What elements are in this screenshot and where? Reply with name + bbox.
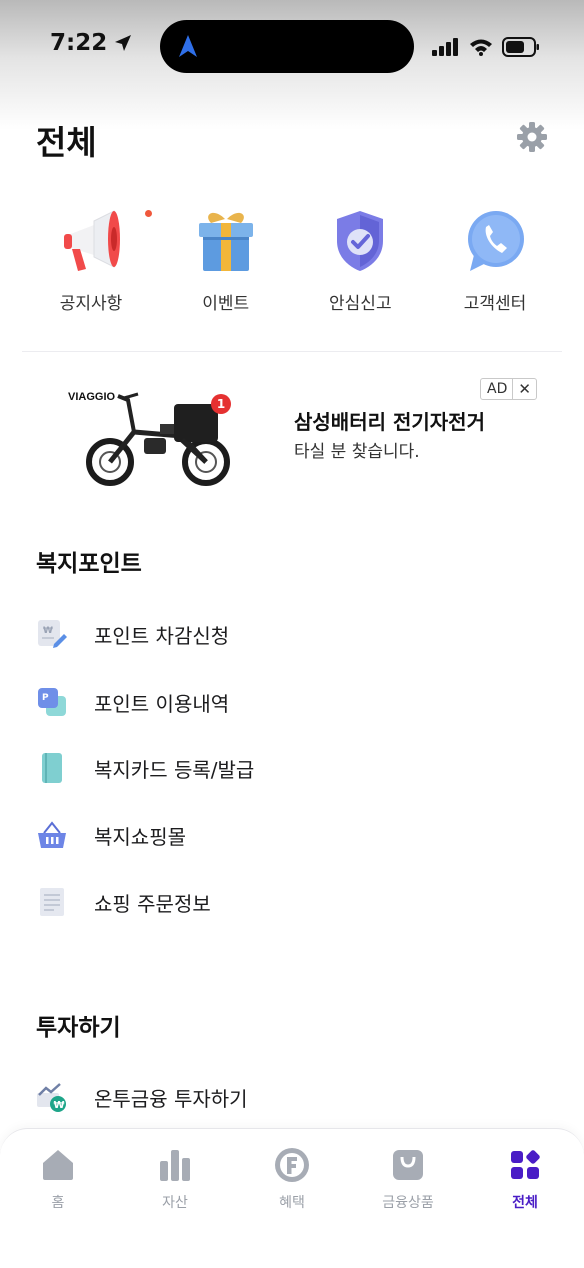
ad-banner[interactable]: VIAGGIO 1 삼성배터리 전기자전거 타실 분 찾습니다. AD ✕ <box>0 366 584 496</box>
menu-label-point-deduction: 포인트 차감신청 <box>94 623 230 648</box>
basket-icon <box>36 819 68 851</box>
tab-label-assets: 자산 <box>162 1195 188 1211</box>
ad-close-button[interactable]: ✕ <box>513 379 536 399</box>
menu-item-point-history[interactable]: P 포인트 이용내역 <box>36 682 548 722</box>
card-icon <box>36 752 68 784</box>
gift-icon <box>191 205 261 275</box>
settings-button[interactable] <box>516 121 548 153</box>
chart-money-icon: ₩ <box>36 1081 68 1113</box>
menu-item-invest[interactable]: ₩ 온투금융 투자하기 <box>36 1077 548 1117</box>
battery-icon <box>502 37 539 57</box>
won-document-icon: ₩ <box>36 618 68 650</box>
tab-label-financial-products: 금융상품 <box>382 1195 434 1211</box>
menu-label-point-history: 포인트 이용내역 <box>94 691 230 716</box>
quick-item-notice[interactable]: 공지사항 <box>36 205 152 314</box>
ad-title: 삼성배터리 전기자전거 <box>294 410 485 434</box>
tab-home[interactable]: 홈 <box>13 1147 103 1212</box>
svg-text:P: P <box>42 693 49 703</box>
dynamic-island <box>160 20 414 73</box>
f-coin-icon <box>274 1147 310 1183</box>
wifi-icon <box>470 39 492 56</box>
section-divider <box>22 351 562 352</box>
page-title: 전체 <box>36 123 97 162</box>
tab-label-benefits: 혜택 <box>279 1195 305 1211</box>
tab-label-all: 전체 <box>512 1195 538 1211</box>
tab-label-home: 홈 <box>51 1195 65 1211</box>
point-cards-icon: P <box>36 686 68 718</box>
shield-check-icon <box>325 205 395 275</box>
bag-icon <box>390 1147 426 1183</box>
quick-menu: 공지사항 이벤트 안심신고 고객센터 <box>36 205 550 314</box>
megaphone-icon <box>56 205 152 275</box>
quick-label-safe-report: 안심신고 <box>329 294 392 314</box>
bottom-tab-bar: 홈 자산 혜택 금융상품 전체 <box>0 1128 584 1268</box>
status-bar: 7:22 <box>0 0 584 130</box>
menu-item-point-deduction[interactable]: ₩ 포인트 차감신청 <box>36 614 548 654</box>
status-time: 7:22 <box>50 30 133 56</box>
ad-label-box: AD ✕ <box>480 378 537 400</box>
bar-chart-icon <box>157 1147 193 1183</box>
menu-label-welfare-card: 복지카드 등록/발급 <box>94 757 255 782</box>
gear-icon <box>517 122 547 152</box>
menu-label-invest: 온투금융 투자하기 <box>94 1086 248 1111</box>
phone-bubble-icon <box>460 205 530 275</box>
section-title-invest: 투자하기 <box>36 1015 121 1041</box>
menu-item-welfare-card[interactable]: 복지카드 등록/발급 <box>36 748 548 788</box>
quick-item-customer-center[interactable]: 고객센터 <box>440 205 550 314</box>
navigation-arrow-icon <box>179 35 197 57</box>
quick-label-notice: 공지사항 <box>59 294 123 314</box>
quick-label-customer-center: 고객센터 <box>463 294 527 314</box>
receipt-icon <box>36 886 68 918</box>
ad-subtitle: 타실 분 찾습니다. <box>294 442 420 462</box>
home-icon <box>40 1147 76 1183</box>
svg-text:₩: ₩ <box>43 626 53 636</box>
cellular-signal-icon <box>432 38 458 56</box>
ad-image-badge: 1 <box>211 394 231 414</box>
menu-label-welfare-mall: 복지쇼핑몰 <box>94 824 186 849</box>
menu-item-order-info[interactable]: 쇼핑 주문정보 <box>36 882 548 922</box>
grid-icon <box>507 1147 543 1183</box>
menu-item-welfare-mall[interactable]: 복지쇼핑몰 <box>36 815 548 855</box>
tab-all[interactable]: 전체 <box>480 1147 570 1212</box>
tab-assets[interactable]: 자산 <box>130 1147 220 1212</box>
quick-label-event: 이벤트 <box>202 294 250 314</box>
status-time-text: 7:22 <box>50 30 108 56</box>
quick-item-event[interactable]: 이벤트 <box>171 205 281 314</box>
tab-financial-products[interactable]: 금융상품 <box>363 1147 453 1212</box>
section-title-welfare: 복지포인트 <box>36 551 142 577</box>
ad-brand: VIAGGIO <box>68 391 116 403</box>
svg-text:₩: ₩ <box>54 1100 65 1111</box>
ad-label: AD <box>481 379 514 399</box>
menu-label-order-info: 쇼핑 주문정보 <box>94 891 211 916</box>
electric-bike-image: VIAGGIO <box>68 391 230 486</box>
notice-dot <box>145 210 152 217</box>
quick-item-safe-report[interactable]: 안심신고 <box>305 205 415 314</box>
location-arrow-icon <box>115 35 132 51</box>
status-icons <box>432 37 540 57</box>
tab-benefits[interactable]: 혜택 <box>247 1147 337 1212</box>
